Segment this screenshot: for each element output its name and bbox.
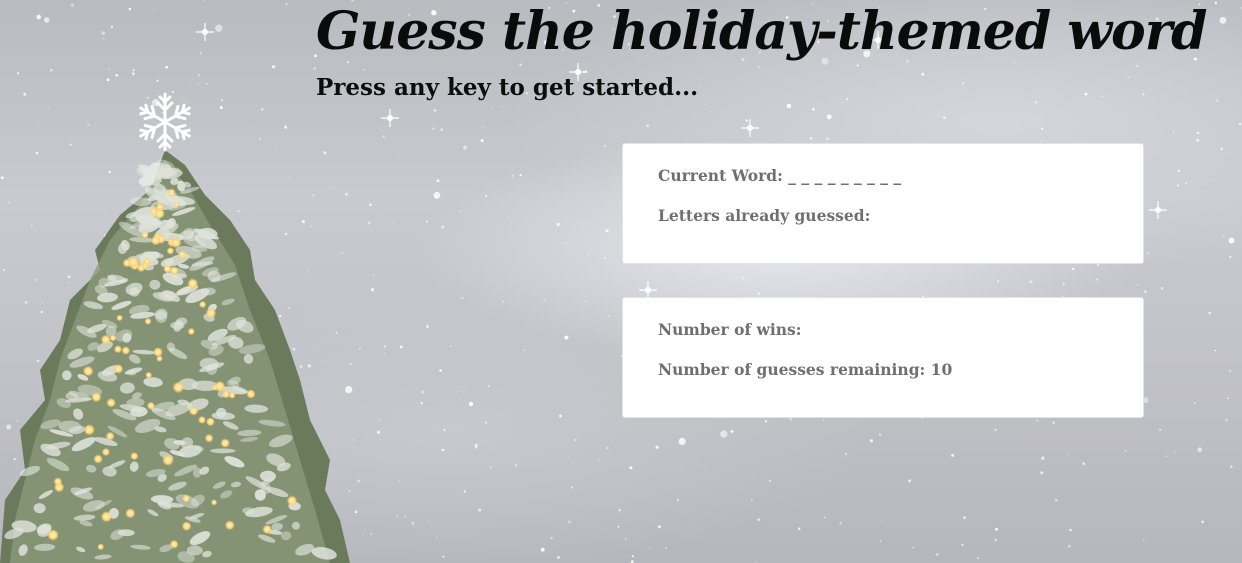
stats-card: Number of wins: Number of guesses remain… [622, 297, 1144, 418]
start-instructions: Press any key to get started... [316, 74, 699, 101]
letters-guessed-label: Letters already guessed: [658, 206, 871, 225]
current-word-value: _ _ _ _ _ _ _ _ _ [788, 166, 902, 185]
word-card: Current Word: _ _ _ _ _ _ _ _ _ Letters … [622, 143, 1144, 264]
wins-label: Number of wins: [658, 320, 802, 339]
current-word-label: Current Word: [658, 166, 783, 185]
letters-guessed-row: Letters already guessed: [658, 206, 870, 225]
guesses-remaining-value: 10 [930, 360, 953, 379]
snowflake-icon [139, 92, 191, 152]
page-title: Guess the holiday-themed word [316, 1, 1207, 62]
guesses-remaining-label: Number of guesses remaining: [658, 360, 926, 379]
current-word-row: Current Word: _ _ _ _ _ _ _ _ _ [658, 166, 901, 185]
wins-row: Number of wins: [658, 320, 801, 339]
guesses-remaining-row: Number of guesses remaining: 10 [658, 360, 952, 379]
